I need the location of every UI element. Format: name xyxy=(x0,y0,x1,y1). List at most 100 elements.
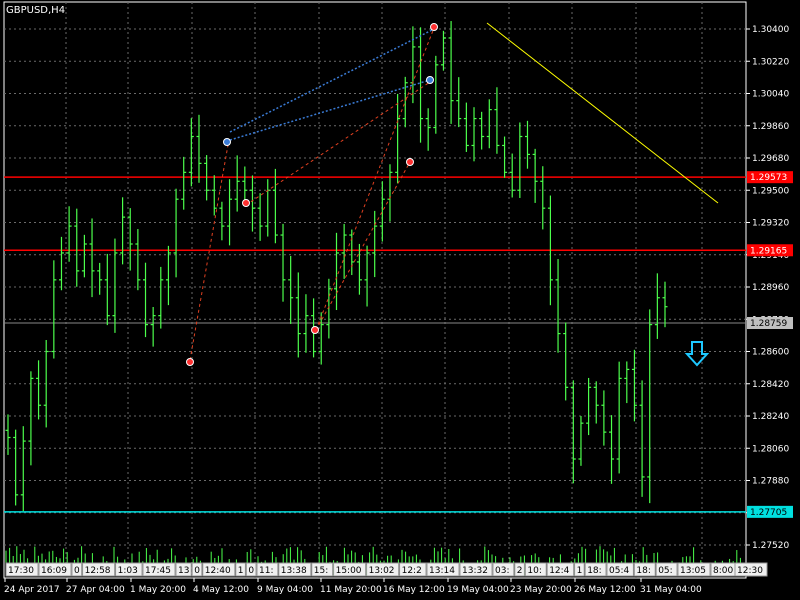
fractal-marker xyxy=(186,358,194,366)
ohlc-bar xyxy=(81,234,87,278)
ohlc-bar xyxy=(502,136,508,178)
time-label: 17:45 xyxy=(145,566,171,576)
ohlc-bar xyxy=(349,229,355,276)
ohlc-bar xyxy=(540,166,546,230)
ohlc-bar xyxy=(334,232,339,311)
ohlc-bar xyxy=(127,208,133,271)
x-tick-label: 1 May 20:00 xyxy=(130,585,186,595)
projection-line-blue[interactable] xyxy=(229,29,433,133)
ohlc-bar xyxy=(66,206,72,262)
time-label: 18: xyxy=(636,566,650,576)
time-label: 13:14 xyxy=(429,566,455,576)
time-label: 13:38 xyxy=(281,566,307,576)
fractal-marker xyxy=(223,138,231,146)
ohlc-bar xyxy=(188,118,194,187)
ohlc-bar xyxy=(494,87,500,154)
ohlc-bar xyxy=(532,148,538,203)
time-label: 2 xyxy=(517,566,523,576)
ohlc-bar xyxy=(112,238,118,333)
time-label: 13 xyxy=(178,566,189,576)
time-label: 15: xyxy=(314,566,328,576)
ohlc-bar xyxy=(486,99,492,149)
y-tick-label: 1.27520 xyxy=(752,541,789,551)
x-tick-label: 27 Apr 04:00 xyxy=(66,585,125,595)
ohlc-bar xyxy=(471,107,477,162)
ohlc-bar xyxy=(624,361,630,404)
time-label: 0 xyxy=(194,566,200,576)
ohlc-bar xyxy=(97,262,103,295)
projection-line-red[interactable] xyxy=(315,161,411,331)
ohlc-bar xyxy=(295,272,301,358)
ohlc-bar xyxy=(196,114,202,183)
projection-line-red[interactable] xyxy=(245,81,431,206)
ohlc-bar xyxy=(425,108,431,151)
chart-area[interactable]: 1.30400 1.30220 1.30040 1.29860 1.29680 1.295… xyxy=(0,0,800,600)
ohlc-bar xyxy=(356,243,362,295)
ohlc-bar xyxy=(387,164,393,222)
time-label: 12:40 xyxy=(205,566,231,576)
ohlc-bar xyxy=(524,120,530,169)
ohlc-bar xyxy=(631,349,637,422)
time-axis: 24 Apr 2017 27 Apr 04:00 1 May 20:00 4 May … xyxy=(4,578,702,595)
x-tick-label: 4 May 12:00 xyxy=(193,585,249,595)
ohlc-bar xyxy=(578,416,584,466)
x-tick-label: 31 May 04:00 xyxy=(640,585,702,595)
trendline[interactable] xyxy=(486,22,719,204)
y-tick-label: 1.29680 xyxy=(752,154,789,164)
level-tag-label: 1.29165 xyxy=(750,246,787,256)
x-tick-label: 19 May 04:00 xyxy=(447,585,509,595)
y-tick-label: 1.29860 xyxy=(752,122,789,132)
current-price-label: 1.28759 xyxy=(750,319,787,329)
fractal-marker xyxy=(406,158,414,166)
y-tick-label: 1.30220 xyxy=(752,57,789,67)
chart-title: GBPUSD,H4 xyxy=(6,5,65,16)
time-label-strip: 17:30 16:09 0 12:58 1:03 17:45 13 0 12:40 1 0 11: 13… xyxy=(5,562,768,577)
ohlc-bar xyxy=(639,380,645,497)
sell-arrow-icon xyxy=(684,341,710,367)
ohlc-bar xyxy=(326,278,332,339)
ohlc-bar xyxy=(227,179,233,246)
time-label: 0 xyxy=(74,566,80,576)
ohlc-bar xyxy=(433,55,439,134)
y-tick-label: 1.28600 xyxy=(752,348,789,358)
ohlc-bar xyxy=(135,229,141,291)
ohlc-bar xyxy=(563,322,569,401)
y-tick-label: 1.29500 xyxy=(752,186,789,196)
y-tick-label: 1.30040 xyxy=(752,90,789,100)
fractal-marker xyxy=(430,23,438,31)
time-label: 12:2 xyxy=(402,566,422,576)
x-tick-label: 11 May 20:00 xyxy=(320,585,382,595)
ohlc-bar xyxy=(265,179,271,237)
time-label: 18: xyxy=(587,566,601,576)
ohlc-bar xyxy=(272,168,278,244)
fractal-marker xyxy=(426,76,434,84)
ohlc-bar xyxy=(13,429,19,506)
ohlc-bar xyxy=(647,309,653,504)
projection-line-red[interactable] xyxy=(315,27,435,331)
y-tick-label: 1.28420 xyxy=(752,380,789,390)
projection-line-blue[interactable] xyxy=(229,79,431,141)
ohlc-bar xyxy=(288,256,294,324)
ohlc-bar xyxy=(143,262,149,338)
ohlc-bar xyxy=(662,281,668,328)
ohlc-bar xyxy=(36,360,42,420)
ohlc-bar xyxy=(418,27,424,143)
level-tag-label: 1.29573 xyxy=(750,173,787,183)
time-label: 16:09 xyxy=(41,566,67,576)
x-tick-label: 26 May 12:00 xyxy=(574,585,636,595)
time-label: 1 xyxy=(577,566,583,576)
ohlc-bar xyxy=(410,26,416,104)
fractal-marker xyxy=(242,199,250,207)
price-axis: 1.30400 1.30220 1.30040 1.29860 1.29680 1.295… xyxy=(746,25,793,551)
time-label: 1:03 xyxy=(118,566,138,576)
time-label: 13:05 xyxy=(680,566,706,576)
ohlc-bar xyxy=(517,122,523,198)
time-label: 12:4 xyxy=(549,566,569,576)
y-tick-label: 1.29320 xyxy=(752,219,789,229)
ohlc-bar xyxy=(173,188,179,278)
time-label: 11: xyxy=(259,566,273,576)
price-bars xyxy=(5,21,668,512)
time-label: 12:30 xyxy=(737,566,763,576)
fractal-marker xyxy=(311,326,319,334)
ohlc-bar xyxy=(593,381,599,424)
